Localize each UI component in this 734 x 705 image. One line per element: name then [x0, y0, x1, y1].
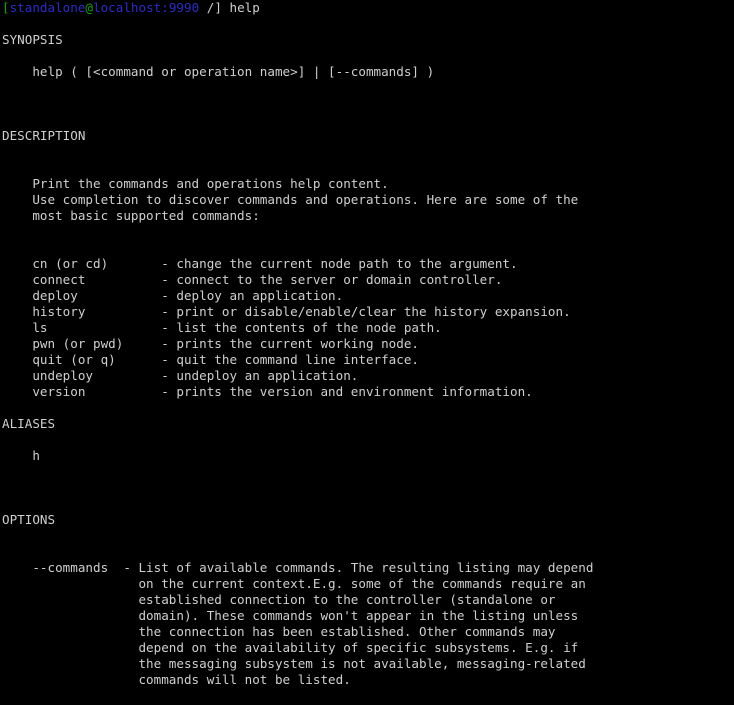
prompt-at-symbol: @: [85, 0, 94, 15]
command-list-row: quit (or q) - quit the command line inte…: [2, 352, 420, 367]
prompt-line[interactable]: [standalone@localhost:9990 /] help: [2, 0, 732, 16]
command-list-row: history - print or disable/enable/clear …: [2, 304, 571, 319]
command-list-row: connect - connect to the server or domai…: [2, 272, 503, 287]
command-list-row: cn (or cd) - change the current node pat…: [2, 256, 518, 271]
section-heading-description: DESCRIPTION: [2, 128, 86, 143]
prompt-open-bracket: [: [2, 0, 10, 15]
prompt-command-input[interactable]: help: [222, 0, 260, 15]
terminal-window[interactable]: ./jboss-cli.sh--connect [standalone@loca…: [0, 0, 734, 705]
options-line: established connection to the controller…: [2, 592, 556, 607]
options-line: commands will not be listed.: [2, 672, 351, 687]
options-line: domain). These commands won't appear in …: [2, 608, 579, 623]
command-list-row: version - prints the version and environ…: [2, 384, 533, 399]
command-list-row: pwn (or pwd) - prints the current workin…: [2, 336, 420, 351]
section-heading-aliases: ALIASES: [2, 416, 56, 431]
options-line: the connection has been established. Oth…: [2, 624, 556, 639]
command-list-row: undeploy - undeploy an application.: [2, 368, 359, 383]
command-list: cn (or cd) - change the current node pat…: [2, 256, 732, 400]
prompt-user: standalone: [9, 0, 86, 15]
options-line: depend on the availability of specific s…: [2, 640, 579, 655]
prompt-path-close: /]: [199, 0, 222, 15]
aliases-entry: h: [2, 448, 40, 463]
command-list-row: ls - list the contents of the node path.: [2, 320, 442, 335]
section-heading-options: OPTIONS: [2, 512, 56, 527]
description-intro-line: most basic supported commands:: [2, 208, 260, 223]
options-body: --commands - List of available commands.…: [2, 560, 732, 688]
description-intro-line: Use completion to discover commands and …: [2, 192, 579, 207]
prompt-port: :9990: [161, 0, 200, 15]
terminal-screen: ./jboss-cli.sh--connect [standalone@loca…: [2, 0, 732, 705]
synopsis-usage: help ( [<command or operation name>] | […: [2, 64, 435, 79]
options-line: --commands - List of available commands.…: [2, 560, 594, 575]
section-heading-synopsis: SYNOPSIS: [2, 32, 63, 47]
options-line: on the current context.E.g. some of the …: [2, 576, 586, 591]
description-intro-line: Print the commands and operations help c…: [2, 176, 389, 191]
command-list-row: deploy - deploy an application.: [2, 288, 344, 303]
prompt-host: localhost: [93, 0, 162, 15]
options-line: the messaging subsystem is not available…: [2, 656, 586, 671]
